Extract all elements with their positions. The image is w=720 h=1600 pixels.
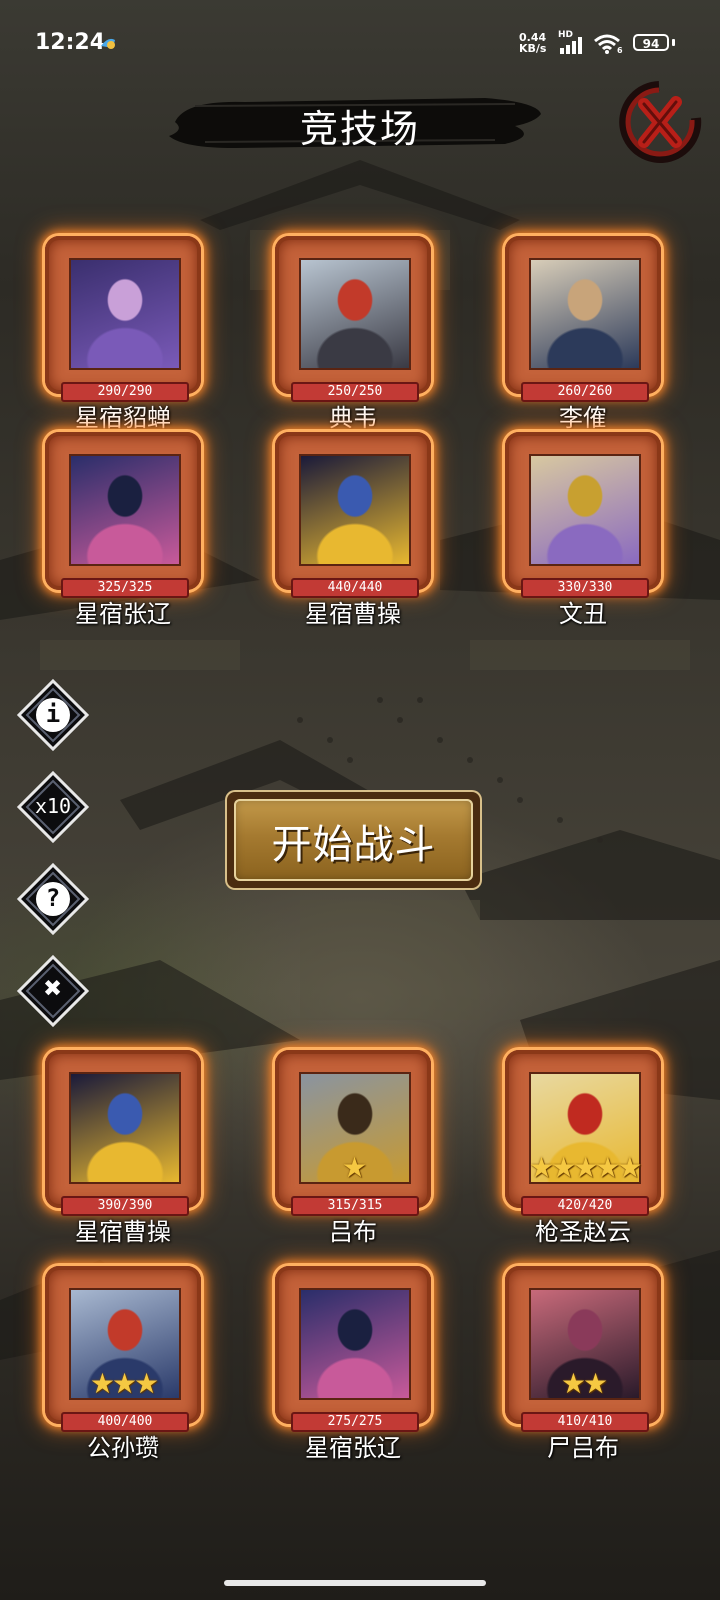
notification-icon	[101, 38, 115, 49]
player-hero-card[interactable]: ★★ 410/410 尸吕布	[505, 1266, 661, 1462]
hero-stars: ★★	[560, 1367, 608, 1400]
hero-portrait	[69, 258, 181, 370]
enemy-hero-card[interactable]: 440/440 星宿曹操	[275, 432, 431, 628]
player-hero-card[interactable]: 390/390 星宿曹操	[45, 1050, 201, 1246]
hero-name: 星宿曹操	[305, 600, 401, 628]
info-button[interactable]: i	[16, 678, 90, 752]
network-speed: 0.44 KB/s	[519, 31, 547, 55]
hero-stars: ★★★	[89, 1367, 159, 1400]
hero-name: 吕布	[329, 1218, 377, 1246]
hero-name: 星宿张辽	[305, 1434, 401, 1462]
battery-icon: 94	[633, 34, 669, 51]
status-bar: 12:24 0.44 KB/s HD 6 94	[0, 0, 720, 90]
enemy-hero-card[interactable]: 260/260 李傕	[505, 236, 661, 432]
x10-button[interactable]: x10	[16, 770, 90, 844]
signal-icon	[560, 37, 582, 54]
info-label: i	[45, 700, 61, 728]
hero-name: 李傕	[559, 404, 607, 432]
enemy-hero-card[interactable]: 325/325 星宿张辽	[45, 432, 201, 628]
player-hero-card[interactable]: ★ 315/315 吕布	[275, 1050, 431, 1246]
page-title: 竞技场	[299, 107, 420, 151]
start-battle-button[interactable]: 开始战斗	[225, 790, 482, 890]
hero-portrait	[529, 454, 641, 566]
clock: 12:24	[35, 30, 106, 55]
hero-name: 公孙瓒	[87, 1434, 159, 1462]
hero-portrait	[69, 1072, 181, 1184]
start-battle-label: 开始战斗	[271, 822, 436, 868]
close-icon[interactable]	[616, 80, 702, 164]
hero-portrait	[529, 258, 641, 370]
close-button[interactable]: ✖	[16, 954, 90, 1028]
hero-name: 星宿张辽	[75, 600, 171, 628]
hero-stars: ★	[341, 1151, 367, 1184]
x10-label: x10	[34, 794, 72, 818]
home-indicator[interactable]	[224, 1580, 486, 1586]
hero-name: 尸吕布	[547, 1434, 619, 1462]
help-label: ?	[45, 884, 61, 912]
hero-portrait	[299, 1288, 411, 1400]
hero-name: 星宿貂蝉	[75, 404, 171, 432]
hero-portrait	[299, 258, 411, 370]
enemy-hero-card[interactable]: 290/290 星宿貂蝉	[45, 236, 201, 432]
hero-portrait	[299, 454, 411, 566]
help-button[interactable]: ?	[16, 862, 90, 936]
hero-portrait	[69, 454, 181, 566]
hero-name: 文丑	[559, 600, 607, 628]
enemy-hero-card[interactable]: 330/330 文丑	[505, 432, 661, 628]
hero-name: 典韦	[329, 404, 377, 432]
player-hero-card[interactable]: 275/275 星宿张辽	[275, 1266, 431, 1462]
hero-stars: ★★★★★	[529, 1151, 643, 1184]
close-label: ✖	[43, 971, 63, 1006]
player-hero-card[interactable]: ★★★ 400/400 公孙瓒	[45, 1266, 201, 1462]
battery-tip	[672, 39, 675, 46]
enemy-hero-card[interactable]: 250/250 典韦	[275, 236, 431, 432]
signal-label: 6	[617, 46, 623, 55]
hero-name: 星宿曹操	[75, 1218, 171, 1246]
hero-name: 枪圣赵云	[535, 1218, 631, 1246]
player-hero-card[interactable]: ★★★★★ 420/420 枪圣赵云	[505, 1050, 661, 1246]
